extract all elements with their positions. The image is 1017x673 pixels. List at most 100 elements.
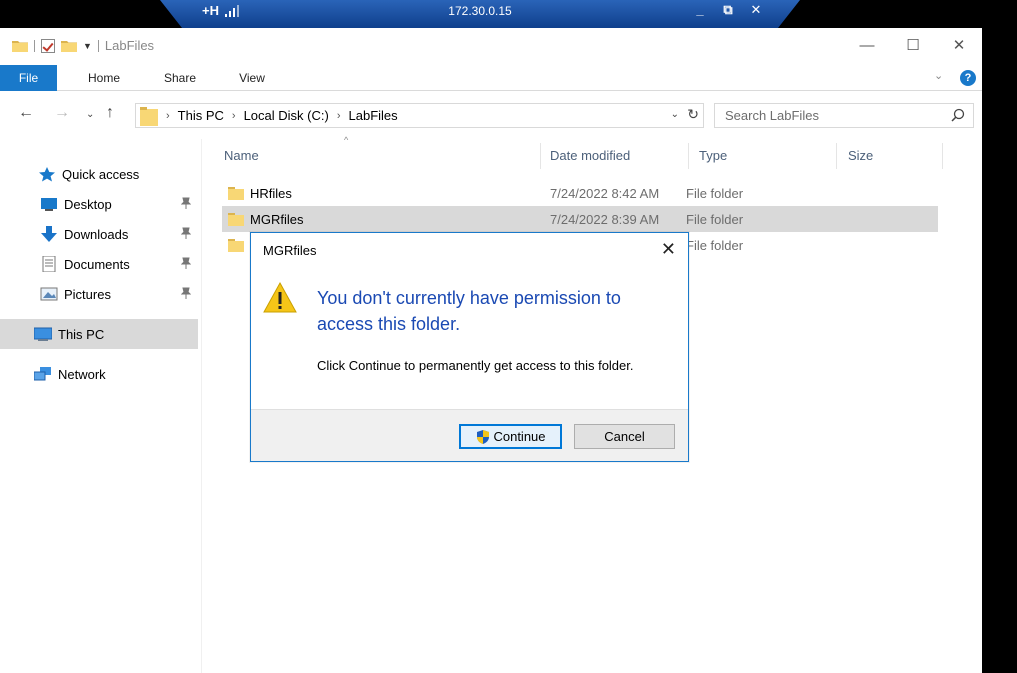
customize-toolbar-icon[interactable]: ▼ xyxy=(83,41,92,51)
search-input[interactable] xyxy=(715,104,935,127)
dialog-main-instruction: You don't currently have permission to a… xyxy=(317,288,621,334)
remote-restore-icon[interactable]: ⧉ xyxy=(721,2,735,18)
title-bar: ▼ LabFiles — ☐ ✕ xyxy=(0,28,982,65)
pictures-icon xyxy=(40,287,58,301)
ribbon-tabs: File Home Share View ⌄ ? xyxy=(0,65,982,91)
dialog-title: MGRfiles xyxy=(263,243,317,258)
help-icon[interactable]: ? xyxy=(960,70,976,86)
table-row[interactable]: HRfiles 7/24/2022 8:42 AM File folder xyxy=(222,180,938,206)
window-title: LabFiles xyxy=(104,38,155,53)
sidebar-item-network[interactable]: Network xyxy=(0,359,198,389)
file-type: File folder xyxy=(686,185,744,201)
sidebar-item-label: Network xyxy=(58,366,106,382)
sidebar-item-label: Desktop xyxy=(64,196,112,212)
remote-close-icon[interactable]: ✕ xyxy=(749,2,763,18)
sidebar-item-this-pc[interactable]: This PC xyxy=(0,319,198,349)
toolbar-separator xyxy=(97,39,99,52)
breadcrumb-chevron-icon[interactable]: › xyxy=(337,110,341,122)
pin-icon xyxy=(181,257,191,269)
pin-icon xyxy=(181,287,191,299)
breadcrumb-labfiles[interactable]: LabFiles xyxy=(349,108,398,123)
tab-view[interactable]: View xyxy=(224,65,280,91)
breadcrumb-local-disk[interactable]: Local Disk (C:) xyxy=(244,108,329,123)
file-name: HRfiles xyxy=(250,185,292,201)
navigation-bar: ← → ⌄ ↑ › This PC › Local Disk (C:) › La… xyxy=(0,91,982,139)
search-icon[interactable] xyxy=(951,108,965,122)
download-arrow-icon xyxy=(41,226,57,242)
quick-access-toolbar: ▼ LabFiles xyxy=(12,38,154,53)
sidebar-item-label: Documents xyxy=(64,256,130,272)
folder-icon xyxy=(228,187,244,200)
document-icon xyxy=(42,256,56,272)
dialog-close-icon[interactable]: ✕ xyxy=(661,239,676,260)
dialog-footer: Continue Cancel xyxy=(251,409,688,461)
properties-icon[interactable] xyxy=(41,38,55,53)
cancel-button[interactable]: Cancel xyxy=(574,424,675,449)
back-arrow-icon[interactable]: ← xyxy=(18,104,34,122)
breadcrumb-chevron-icon[interactable]: › xyxy=(166,110,170,122)
close-button[interactable]: ✕ xyxy=(936,28,982,62)
file-type: File folder xyxy=(686,211,744,227)
tab-share[interactable]: Share xyxy=(152,65,208,91)
forward-arrow-icon[interactable]: → xyxy=(54,104,70,122)
up-arrow-icon[interactable]: ↑ xyxy=(106,104,114,122)
continue-button[interactable]: Continue xyxy=(459,424,562,449)
warning-icon xyxy=(263,281,297,313)
folder-icon xyxy=(12,41,28,52)
recent-locations-icon[interactable]: ⌄ xyxy=(86,109,94,120)
dialog-content-text: Click Continue to permanently get access… xyxy=(317,358,634,373)
search-box[interactable] xyxy=(714,103,974,128)
tab-file[interactable]: File xyxy=(0,65,57,91)
folder-icon xyxy=(228,213,244,226)
expand-ribbon-icon[interactable]: ⌄ xyxy=(934,69,943,82)
remote-window-controls: _ ⧉ ✕ xyxy=(693,2,763,18)
sidebar-item-pictures[interactable]: Pictures xyxy=(0,279,198,309)
folder-icon xyxy=(228,239,244,252)
screen-edge xyxy=(982,28,1017,673)
column-header-size[interactable]: Size xyxy=(848,141,873,171)
sidebar-item-label: Pictures xyxy=(64,286,111,302)
column-header-name[interactable]: Name xyxy=(224,141,259,171)
address-bar[interactable]: › This PC › Local Disk (C:) › LabFiles ⌄… xyxy=(135,103,704,128)
breadcrumb-this-pc[interactable]: This PC xyxy=(178,108,224,123)
column-separator[interactable] xyxy=(836,143,837,169)
maximize-button[interactable]: ☐ xyxy=(890,28,936,62)
desktop-icon xyxy=(41,198,57,211)
tab-home[interactable]: Home xyxy=(76,65,132,91)
column-header-date-modified[interactable]: Date modified xyxy=(550,141,630,171)
table-row[interactable]: MGRfiles 7/24/2022 8:39 AM File folder xyxy=(222,206,938,232)
file-date: 7/24/2022 8:42 AM xyxy=(550,185,660,201)
star-icon xyxy=(39,167,55,182)
file-date: 7/24/2022 8:39 AM xyxy=(550,211,660,227)
toolbar-separator xyxy=(34,39,35,52)
sidebar-item-label: This PC xyxy=(58,326,105,342)
continue-button-label: Continue xyxy=(493,429,546,444)
sidebar-item-desktop[interactable]: Desktop xyxy=(0,189,198,219)
column-separator[interactable] xyxy=(540,143,541,169)
sidebar-item-label: Quick access xyxy=(62,166,140,182)
permission-dialog: MGRfiles ✕ You don't currently have perm… xyxy=(250,232,689,462)
file-type: File folder xyxy=(686,237,744,253)
window-controls: — ☐ ✕ xyxy=(844,28,982,62)
remote-minimize-icon[interactable]: _ xyxy=(693,2,707,18)
pin-icon xyxy=(181,197,191,209)
sort-ascending-icon: ^ xyxy=(344,135,349,145)
sidebar-item-downloads[interactable]: Downloads xyxy=(0,219,198,249)
address-dropdown-icon[interactable]: ⌄ xyxy=(671,109,679,120)
file-name: MGRfiles xyxy=(250,211,304,227)
navigation-pane: Quick access Desktop Downloads Documents xyxy=(0,139,202,673)
sidebar-item-documents[interactable]: Documents xyxy=(0,249,198,279)
remote-connection-bar: +H 172.30.0.15 _ ⧉ ✕ xyxy=(160,0,800,28)
column-header-type[interactable]: Type xyxy=(699,141,727,171)
new-folder-icon[interactable] xyxy=(61,39,77,52)
refresh-icon[interactable]: ↻ xyxy=(687,106,699,123)
folder-icon xyxy=(140,106,158,126)
column-separator[interactable] xyxy=(688,143,689,169)
breadcrumb-chevron-icon[interactable]: › xyxy=(232,110,236,122)
sidebar-item-quick-access[interactable]: Quick access xyxy=(0,159,198,189)
network-icon xyxy=(34,367,51,381)
uac-shield-icon xyxy=(477,429,490,444)
column-separator[interactable] xyxy=(942,143,943,169)
minimize-button[interactable]: — xyxy=(844,28,890,62)
computer-icon xyxy=(34,327,52,341)
